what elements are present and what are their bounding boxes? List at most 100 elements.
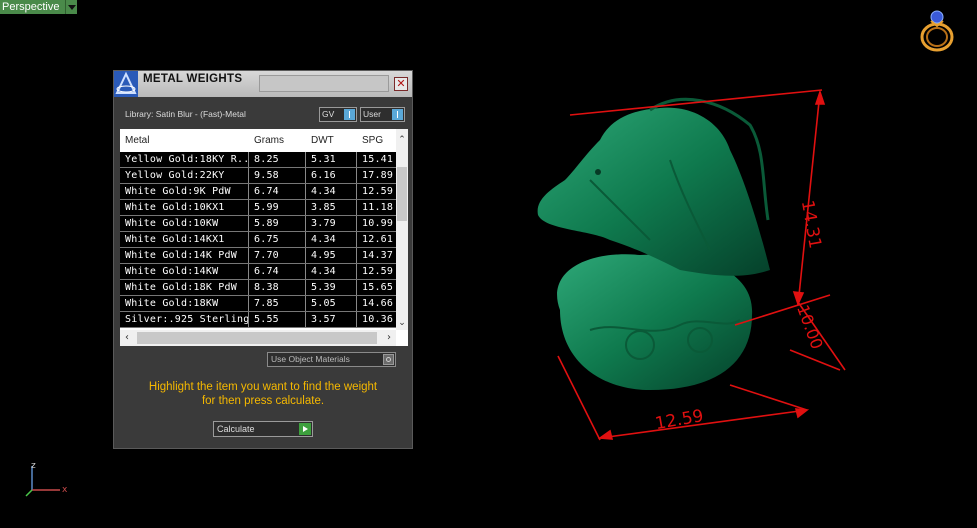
cell-metal: White Gold:14KW: [120, 264, 249, 279]
cell-grams: 8.38: [249, 280, 306, 295]
axis-x-label: x: [62, 485, 68, 495]
cell-grams: 7.85: [249, 296, 306, 311]
scroll-right-icon[interactable]: ›: [382, 330, 396, 346]
gv-dropdown[interactable]: GV: [319, 107, 357, 122]
viewport-label[interactable]: Perspective: [0, 0, 78, 14]
table-row[interactable]: Yellow Gold:22KY 9.58 6.16 17.89: [120, 168, 396, 184]
user-dropdown[interactable]: User: [360, 107, 405, 122]
scroll-up-icon[interactable]: ⌃: [396, 133, 408, 147]
cell-dwt: 4.34: [306, 232, 357, 247]
cell-dwt: 3.79: [306, 216, 357, 231]
vertical-scrollbar[interactable]: ⌃ ⌄: [396, 129, 408, 330]
use-object-materials-label: Use Object Materials: [271, 354, 350, 364]
close-button[interactable]: ✕: [394, 77, 408, 91]
user-dropdown-value: User: [363, 109, 381, 119]
gv-dropdown-icon[interactable]: [344, 109, 355, 120]
table-row[interactable]: Silver:.925 Sterling 5.55 3.57 10.36: [120, 312, 396, 328]
cell-dwt: 4.95: [306, 248, 357, 263]
cell-grams: 6.74: [249, 264, 306, 279]
cell-metal: Yellow Gold:18KY R...: [120, 152, 249, 167]
instruction-text: Highlight the item you want to find the …: [122, 380, 404, 408]
width-dimension: 12.59: [654, 406, 705, 434]
column-header-spg[interactable]: SPG: [357, 129, 396, 152]
table-row[interactable]: White Gold:14KX1 6.75 4.34 12.61: [120, 232, 396, 248]
cell-grams: 5.55: [249, 312, 306, 327]
axis-z-label: z: [31, 461, 36, 471]
table-row[interactable]: White Gold:10KX1 5.99 3.85 11.18: [120, 200, 396, 216]
instruction-line-2: for then press calculate.: [201, 395, 325, 407]
cell-grams: 6.74: [249, 184, 306, 199]
cell-spg: 12.59: [362, 266, 394, 277]
gv-dropdown-value: GV: [322, 109, 335, 119]
cell-grams: 5.99: [249, 200, 306, 215]
horizontal-scroll-thumb[interactable]: [137, 332, 377, 344]
column-header-grams[interactable]: Grams: [249, 129, 306, 152]
calculate-label: Calculate: [217, 424, 255, 434]
cell-spg: 10.99: [362, 218, 394, 229]
play-icon[interactable]: [299, 423, 311, 435]
metal-table: Metal Grams DWT SPG Yellow Gold:18KY R..…: [120, 129, 408, 346]
cell-grams: 5.89: [249, 216, 306, 231]
cell-dwt: 5.39: [306, 280, 357, 295]
cell-metal: White Gold:10KX1: [120, 200, 249, 215]
cell-spg: 15.65: [362, 282, 394, 293]
table-row[interactable]: White Gold:18K PdW 8.38 5.39 15.65: [120, 280, 396, 296]
horizontal-scrollbar[interactable]: ‹ ›: [120, 330, 396, 346]
vertical-scroll-thumb[interactable]: [397, 167, 407, 221]
table-row[interactable]: White Gold:14K PdW 7.70 4.95 14.37: [120, 248, 396, 264]
cell-grams: 6.75: [249, 232, 306, 247]
ring-icon[interactable]: [916, 7, 958, 59]
instruction-line-1: Highlight the item you want to find the …: [148, 381, 378, 393]
user-dropdown-icon[interactable]: [392, 109, 403, 120]
table-row[interactable]: White Gold:10KW 5.89 3.79 10.99: [120, 216, 396, 232]
library-label: Library: Satin Blur - (Fast)-Metal: [125, 109, 246, 119]
cell-spg: 11.18: [362, 202, 394, 213]
cell-metal: White Gold:10KW: [120, 216, 249, 231]
cell-metal: White Gold:18KW: [120, 296, 249, 311]
cell-metal: White Gold:9K PdW: [120, 184, 249, 199]
cell-spg: 15.41: [362, 154, 394, 165]
cell-dwt: 5.31: [306, 152, 357, 167]
scroll-down-icon[interactable]: ⌄: [396, 316, 408, 330]
cell-spg: 12.61: [362, 234, 394, 245]
table-row[interactable]: Yellow Gold:18KY R... 8.25 5.31 15.41: [120, 152, 396, 168]
cell-dwt: 4.34: [306, 184, 357, 199]
table-row[interactable]: White Gold:18KW 7.85 5.05 14.66: [120, 296, 396, 312]
panel-titlebar[interactable]: METAL WEIGHTS ✕: [114, 71, 412, 97]
height-dimension: 14.31: [797, 199, 825, 250]
cell-spg: 14.66: [362, 298, 394, 309]
use-object-materials-toggle[interactable]: Use Object Materials: [267, 352, 396, 367]
table-row[interactable]: White Gold:14KW 6.74 4.34 12.59: [120, 264, 396, 280]
cell-spg: 12.59: [362, 186, 394, 197]
calculate-button[interactable]: Calculate: [213, 421, 313, 437]
table-row[interactable]: White Gold:9K PdW 6.74 4.34 12.59: [120, 184, 396, 200]
horse-model-with-dimensions: 14.31 10.00 12.59: [530, 80, 850, 454]
cell-grams: 8.25: [249, 152, 306, 167]
app-logo-icon: [114, 71, 138, 97]
cell-dwt: 3.57: [306, 312, 357, 327]
cell-spg: 10.36: [362, 314, 394, 325]
column-header-metal[interactable]: Metal: [120, 129, 249, 152]
viewport-name[interactable]: Perspective: [0, 0, 66, 14]
cell-dwt: 5.05: [306, 296, 357, 311]
cell-spg: 14.37: [362, 250, 394, 261]
table-body: Yellow Gold:18KY R... 8.25 5.31 15.41 Yellow…: [120, 152, 396, 328]
radio-icon[interactable]: [383, 354, 394, 365]
cell-grams: 9.58: [249, 168, 306, 183]
viewport-dropdown-icon[interactable]: [65, 0, 78, 14]
cell-spg: 17.89: [362, 170, 394, 181]
scroll-left-icon[interactable]: ‹: [120, 330, 134, 346]
cell-metal: White Gold:18K PdW: [120, 280, 249, 295]
cell-dwt: 6.16: [306, 168, 357, 183]
metal-weights-panel: METAL WEIGHTS ✕ Library: Satin Blur - (F…: [113, 70, 413, 449]
table-header: Metal Grams DWT SPG: [120, 129, 396, 152]
horse-head: [537, 107, 770, 276]
axis-gizmo: z x: [22, 458, 72, 502]
panel-title: METAL WEIGHTS: [143, 73, 243, 85]
cell-metal: White Gold:14KX1: [120, 232, 249, 247]
column-header-dwt[interactable]: DWT: [306, 129, 357, 152]
cell-metal: White Gold:14K PdW: [120, 248, 249, 263]
depth-dimension: 10.00: [793, 302, 827, 352]
cell-metal: Yellow Gold:22KY: [120, 168, 249, 183]
cell-metal: Silver:.925 Sterling: [120, 312, 249, 327]
